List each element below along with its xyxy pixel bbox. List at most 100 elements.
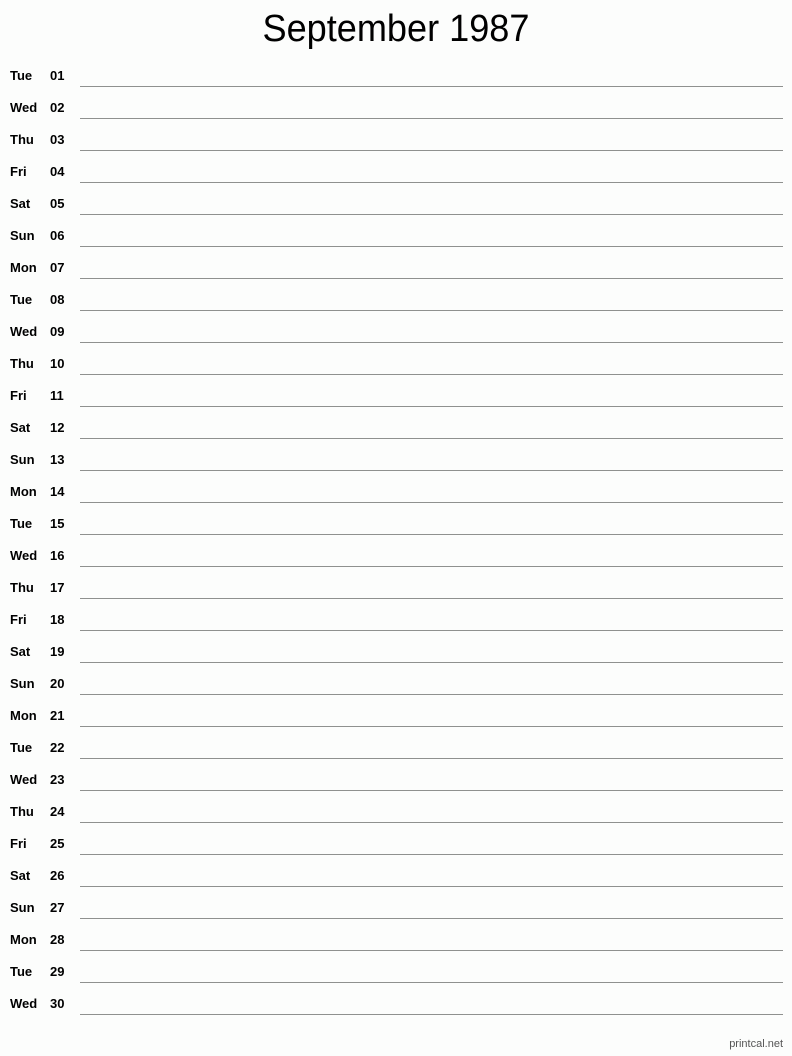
writing-line (80, 502, 783, 503)
writing-line (80, 694, 783, 695)
writing-line (80, 918, 783, 919)
day-row: Fri 18 (0, 604, 792, 636)
day-of-week: Fri (10, 836, 27, 851)
day-row: Wed 23 (0, 764, 792, 796)
day-of-week: Mon (10, 484, 37, 499)
writing-line (80, 182, 783, 183)
day-of-week: Sat (10, 644, 31, 659)
day-of-week: Sun (10, 452, 35, 467)
day-number: 17 (50, 580, 65, 595)
day-row: Sun 20 (0, 668, 792, 700)
day-row: Wed 09 (0, 316, 792, 348)
day-number: 04 (50, 164, 65, 179)
day-of-week: Tue (10, 292, 33, 307)
day-row: Sat 26 (0, 860, 792, 892)
writing-line (80, 630, 783, 631)
day-of-week: Tue (10, 516, 33, 531)
day-row: Sat 05 (0, 188, 792, 220)
day-row: Mon 21 (0, 700, 792, 732)
day-row: Tue 01 (0, 60, 792, 92)
day-number: 12 (50, 420, 65, 435)
day-of-week: Tue (10, 740, 33, 755)
writing-line (80, 534, 783, 535)
day-number: 16 (50, 548, 65, 563)
day-row: Mon 28 (0, 924, 792, 956)
writing-line (80, 790, 783, 791)
writing-line (80, 406, 783, 407)
day-of-week: Thu (10, 132, 34, 147)
day-of-week: Sun (10, 900, 35, 915)
day-of-week: Wed (10, 548, 38, 563)
day-number: 14 (50, 484, 65, 499)
day-number: 18 (50, 612, 65, 627)
writing-line (80, 566, 783, 567)
day-of-week: Wed (10, 324, 38, 339)
writing-line (80, 342, 783, 343)
day-number: 10 (50, 356, 65, 371)
day-number: 01 (50, 68, 65, 83)
day-of-week: Fri (10, 612, 27, 627)
day-number: 22 (50, 740, 65, 755)
day-number: 28 (50, 932, 65, 947)
writing-line (80, 726, 783, 727)
day-row: Sun 13 (0, 444, 792, 476)
day-of-week: Thu (10, 356, 34, 371)
day-row: Thu 10 (0, 348, 792, 380)
day-of-week: Sat (10, 868, 31, 883)
writing-line (80, 1014, 783, 1015)
day-row: Mon 07 (0, 252, 792, 284)
day-row: Sun 27 (0, 892, 792, 924)
day-of-week: Thu (10, 580, 34, 595)
writing-line (80, 310, 783, 311)
day-number: 11 (50, 388, 64, 403)
day-number: 29 (50, 964, 65, 979)
writing-line (80, 598, 783, 599)
day-of-week: Mon (10, 260, 37, 275)
day-row: Sat 12 (0, 412, 792, 444)
day-row: Wed 16 (0, 540, 792, 572)
day-number: 07 (50, 260, 65, 275)
day-row: Tue 15 (0, 508, 792, 540)
day-of-week: Sat (10, 196, 31, 211)
writing-line (80, 822, 783, 823)
day-number: 06 (50, 228, 65, 243)
writing-line (80, 854, 783, 855)
day-number: 19 (50, 644, 65, 659)
day-of-week: Fri (10, 164, 27, 179)
day-of-week: Sat (10, 420, 31, 435)
day-row: Sun 06 (0, 220, 792, 252)
day-row: Fri 04 (0, 156, 792, 188)
day-list: Tue 01 Wed 02 Thu 03 Fri 04 Sat 05 Sun 06 Mon 07 Tue 08… (0, 60, 792, 1020)
day-row: Mon 14 (0, 476, 792, 508)
writing-line (80, 214, 783, 215)
writing-line (80, 470, 783, 471)
day-number: 27 (50, 900, 65, 915)
day-of-week: Thu (10, 804, 34, 819)
day-row: Thu 17 (0, 572, 792, 604)
day-number: 02 (50, 100, 65, 115)
day-row: Wed 02 (0, 92, 792, 124)
day-row: Fri 11 (0, 380, 792, 412)
day-of-week: Wed (10, 100, 38, 115)
day-of-week: Tue (10, 964, 33, 979)
writing-line (80, 278, 783, 279)
day-number: 13 (50, 452, 65, 467)
day-number: 09 (50, 324, 65, 339)
writing-line (80, 246, 783, 247)
writing-line (80, 886, 783, 887)
writing-line (80, 950, 783, 951)
day-of-week: Mon (10, 708, 37, 723)
day-row: Wed 30 (0, 988, 792, 1020)
writing-line (80, 982, 783, 983)
footer-credit: printcal.net (729, 1038, 783, 1050)
day-number: 05 (50, 196, 65, 211)
day-number: 24 (50, 804, 65, 819)
writing-line (80, 150, 783, 151)
day-number: 03 (50, 132, 65, 147)
day-row: Tue 29 (0, 956, 792, 988)
day-of-week: Sun (10, 676, 35, 691)
day-row: Fri 25 (0, 828, 792, 860)
writing-line (80, 662, 783, 663)
day-number: 21 (50, 708, 65, 723)
writing-line (80, 438, 783, 439)
